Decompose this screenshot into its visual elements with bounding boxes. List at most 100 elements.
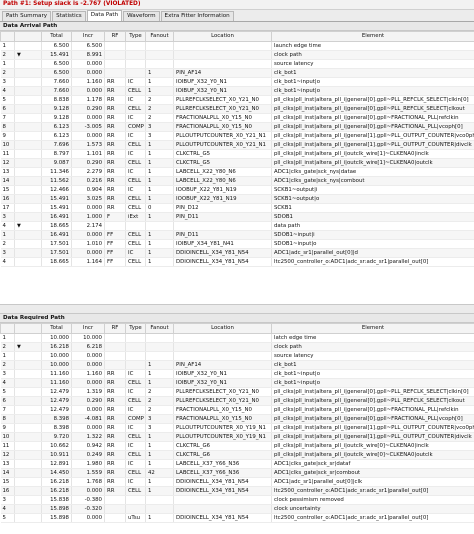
total-cell: 8.398 xyxy=(41,414,72,424)
row-index: 1 xyxy=(0,59,15,69)
table-row[interactable]: 14 14.450 1.559 RR CELL 42 LABCELL_X37_Y66_N36… xyxy=(0,468,474,478)
column-header-tree[interactable] xyxy=(14,323,42,334)
table-row[interactable]: 2 ▼ 16.218 6.218 clock path xyxy=(0,342,474,352)
fanout-cell: 1 xyxy=(145,77,174,87)
tab-path-summary[interactable]: Path Summary xyxy=(2,11,52,21)
table-row[interactable]: 1 10.000 0.000 source latency xyxy=(0,351,474,361)
table-row[interactable]: 1 6.500 0.000 source latency xyxy=(0,59,474,69)
column-header[interactable]: RF xyxy=(104,31,126,42)
rf-cell: RR xyxy=(104,113,126,123)
table-row[interactable]: 12 9.087 0.290 RR CELL 1 CLKCTRL_G5 pll_clks|pl… xyxy=(0,158,474,168)
table-row[interactable]: 5 12.479 1.319 RR IC 2 PLLREFCLKSELECT_X0_Y21_… xyxy=(0,387,474,397)
column-header[interactable]: Incr xyxy=(71,31,105,42)
expand-toggle[interactable]: ▼ xyxy=(14,221,42,231)
triangle-down-icon[interactable]: ▼ xyxy=(17,51,21,59)
panel-splitter[interactable] xyxy=(0,304,474,314)
column-header[interactable]: RF xyxy=(104,323,126,334)
column-header[interactable]: Fanout xyxy=(145,31,174,42)
table-row[interactable]: 3 11.160 1.160 RR IC 1 IOIBUF_X32_Y0_N1 clk_bot… xyxy=(0,369,474,379)
column-header[interactable]: Type xyxy=(125,31,146,42)
tab-statistics[interactable]: Statistics xyxy=(52,11,86,21)
table-row[interactable]: 3 15.838 -0.380 clock pessimism removed xyxy=(0,495,474,505)
element-cell: SDOB1~input|i xyxy=(271,230,474,240)
column-header[interactable]: Incr xyxy=(71,323,105,334)
tab-data-path[interactable]: Data Path xyxy=(86,10,123,21)
row-index: 8 xyxy=(0,414,15,424)
tree-cell xyxy=(14,513,42,523)
tab-extra-fitter-information[interactable]: Extra Fitter Information xyxy=(160,11,234,21)
column-header[interactable] xyxy=(0,31,15,42)
fanout-cell: 1 xyxy=(145,149,174,159)
table-row[interactable]: 11 10.662 0.942 RR IC 1 CLKCTRL_G6 pll_clks|pll… xyxy=(0,441,474,451)
table-row[interactable]: 3 7.660 1.160 RR IC 1 IOIBUF_X32_Y0_N1 clk_bot1… xyxy=(0,77,474,87)
table-row[interactable]: 13 12.891 1.980 RR IC 1 LABCELL_X37_Y66_N36 ADC… xyxy=(0,459,474,469)
column-header[interactable]: Type xyxy=(125,323,146,334)
table-row[interactable]: 16 16.218 0.000 RR CELL 1 DDIOINCELL_X34_Y81_N… xyxy=(0,486,474,496)
column-header[interactable]: Fanout xyxy=(145,323,174,334)
table-row[interactable]: 9 6.123 0.000 RR IC 3 PLLOUTPUTCOUNTER_X0_Y21_… xyxy=(0,131,474,141)
table-row[interactable]: 11 8.797 1.101 RR IC 1 CLKCTRL_G5 pll_clks|pll_… xyxy=(0,149,474,159)
table-row[interactable]: 4 ▼ 18.665 2.174 data path xyxy=(0,221,474,231)
expand-toggle[interactable]: ▼ xyxy=(14,50,42,60)
table-row[interactable]: 10 7.696 1.573 RR CELL 1 PLLOUTPUTCOUNTER_X0_Y… xyxy=(0,140,474,150)
rf-cell: RR xyxy=(104,185,126,195)
table-row[interactable]: 14 11.562 0.216 RR CELL 1 LABCELL_X22_Y80_N6 AD… xyxy=(0,176,474,186)
table-row[interactable]: 13 11.346 2.279 RR IC 1 LABCELL_X22_Y80_N6 ADC1… xyxy=(0,167,474,177)
table-row[interactable]: 1 16.491 0.000 FF CELL 1 PIN_D11 SDOB1~input|i xyxy=(0,230,474,240)
rf-cell: RR xyxy=(104,86,126,96)
type-cell xyxy=(125,221,146,231)
table-row[interactable]: 16 15.491 3.025 RR CELL 1 IOOBUF_X22_Y81_N19 SC… xyxy=(0,194,474,204)
column-header[interactable] xyxy=(0,323,15,334)
location-cell: CLKCTRL_G6 xyxy=(173,441,272,451)
table-row[interactable]: 1 6.500 6.500 launch edge time xyxy=(0,41,474,51)
table-row[interactable]: 7 12.479 0.000 RR IC 2 FRACTIONALPLL_X0_Y15_N0… xyxy=(0,405,474,415)
table-row[interactable]: 9 8.398 0.000 RR IC 3 PLLOUTPUTCOUNTER_X0_Y19_… xyxy=(0,423,474,433)
column-header[interactable]: Element xyxy=(271,323,474,334)
fanout-cell: 2 xyxy=(145,405,174,415)
column-header[interactable]: Location xyxy=(173,31,272,42)
table-row[interactable]: 17 15.491 0.000 RR CELL 0 PIN_D12 SCKB1 xyxy=(0,203,474,213)
table-row[interactable]: 5 8.838 1.178 RR IC 2 PLLREFCLKSELECT_X0_Y21_N… xyxy=(0,95,474,105)
table-row[interactable]: 6 9.128 0.290 RR CELL 2 PLLREFCLKSELECT_X0_Y21… xyxy=(0,104,474,114)
type-cell: CELL xyxy=(125,194,146,204)
table-row[interactable]: 4 18.665 1.164 FF CELL 1 DDIOINCELL_X34_Y81_N5… xyxy=(0,257,474,267)
triangle-down-icon[interactable]: ▼ xyxy=(17,222,21,230)
fanout-cell: 3 xyxy=(145,414,174,424)
table-row[interactable]: 12 10.911 0.249 RR CELL 1 CLKCTRL_G6 pll_clks|p… xyxy=(0,450,474,460)
table-row[interactable]: 1 10.000 10.000 latch edge time xyxy=(0,333,474,343)
table-row[interactable]: 2 ▼ 15.491 8.991 clock path xyxy=(0,50,474,60)
rf-cell xyxy=(104,495,126,505)
column-header[interactable]: Total xyxy=(41,323,72,334)
table-row[interactable]: 15 12.466 0.904 RR IC 1 IOOBUF_X22_Y81_N19 SCKB… xyxy=(0,185,474,195)
element-cell: pll_clks|pll_inst|altera_pll_i|outclk_wi… xyxy=(271,149,474,159)
element-cell: pll_clks|pll_inst|altera_pll_i|general[0… xyxy=(271,396,474,406)
column-header[interactable]: Location xyxy=(173,323,272,334)
table-row[interactable]: 2 17.501 1.010 FF CELL 1 IOIBUF_X34_Y81_N41 SDO… xyxy=(0,239,474,249)
tree-cell xyxy=(14,468,42,478)
table-row[interactable]: 10 9.720 1.322 RR CELL 1 PLLOUTPUTCOUNTER_X0_Y… xyxy=(0,432,474,442)
column-header-tree[interactable] xyxy=(14,31,42,42)
fanout-cell: 1 xyxy=(145,167,174,177)
table-row[interactable]: 2 10.000 0.000 1 PIN_AF14 clk_bot1 xyxy=(0,360,474,370)
table-row[interactable]: 3 16.491 1.000 FiExt 1 PIN_D11 SDOB1 xyxy=(0,212,474,222)
table-row[interactable]: 4 15.898 -0.320 clock uncertainty xyxy=(0,504,474,514)
element-cell: ADC1|adc_sr1|parallel_out[0]|d xyxy=(271,248,474,258)
column-header[interactable]: Element xyxy=(271,31,474,42)
table-row[interactable]: 4 11.160 0.000 RR CELL 1 IOIBUF_X32_Y0_N1 clk_b… xyxy=(0,378,474,388)
arrival-section-title: Data Arrival Path xyxy=(0,22,474,31)
table-row[interactable]: 4 7.660 0.000 RR CELL 1 IOIBUF_X32_Y0_N1 clk_bo… xyxy=(0,86,474,96)
table-row[interactable]: 15 16.218 1.768 RR IC 1 DDIOINCELL_X34_Y81_N54… xyxy=(0,477,474,487)
rf-cell: FF xyxy=(104,239,126,249)
table-row[interactable]: 5 15.898 0.000 uTsu 1 DDIOINCELL_X34_Y81_N54 l… xyxy=(0,513,474,523)
table-row[interactable]: 8 6.123 -3.005 RR COMP 3 FRACTIONALPLL_X0_Y15_… xyxy=(0,122,474,132)
table-row[interactable]: 3 17.501 0.000 FF IC 1 DDIOINCELL_X34_Y81_N54 A… xyxy=(0,248,474,258)
tab-waveform[interactable]: Waveform xyxy=(123,11,160,21)
table-row[interactable]: 8 8.398 -4.081 RR COMP 3 FRACTIONALPLL_X0_Y15_… xyxy=(0,414,474,424)
table-row[interactable]: 7 9.128 0.000 RR IC 2 FRACTIONALPLL_X0_Y15_N0 p… xyxy=(0,113,474,123)
expand-toggle[interactable]: ▼ xyxy=(14,342,42,352)
table-row[interactable]: 6 12.479 0.290 RR CELL 2 PLLREFCLKSELECT_X0_Y2… xyxy=(0,396,474,406)
rf-cell: RR xyxy=(104,176,126,186)
column-header[interactable]: Total xyxy=(41,31,72,42)
triangle-down-icon[interactable]: ▼ xyxy=(17,343,21,351)
table-row[interactable]: 2 6.500 0.000 1 PIN_AF14 clk_bot1 xyxy=(0,68,474,78)
